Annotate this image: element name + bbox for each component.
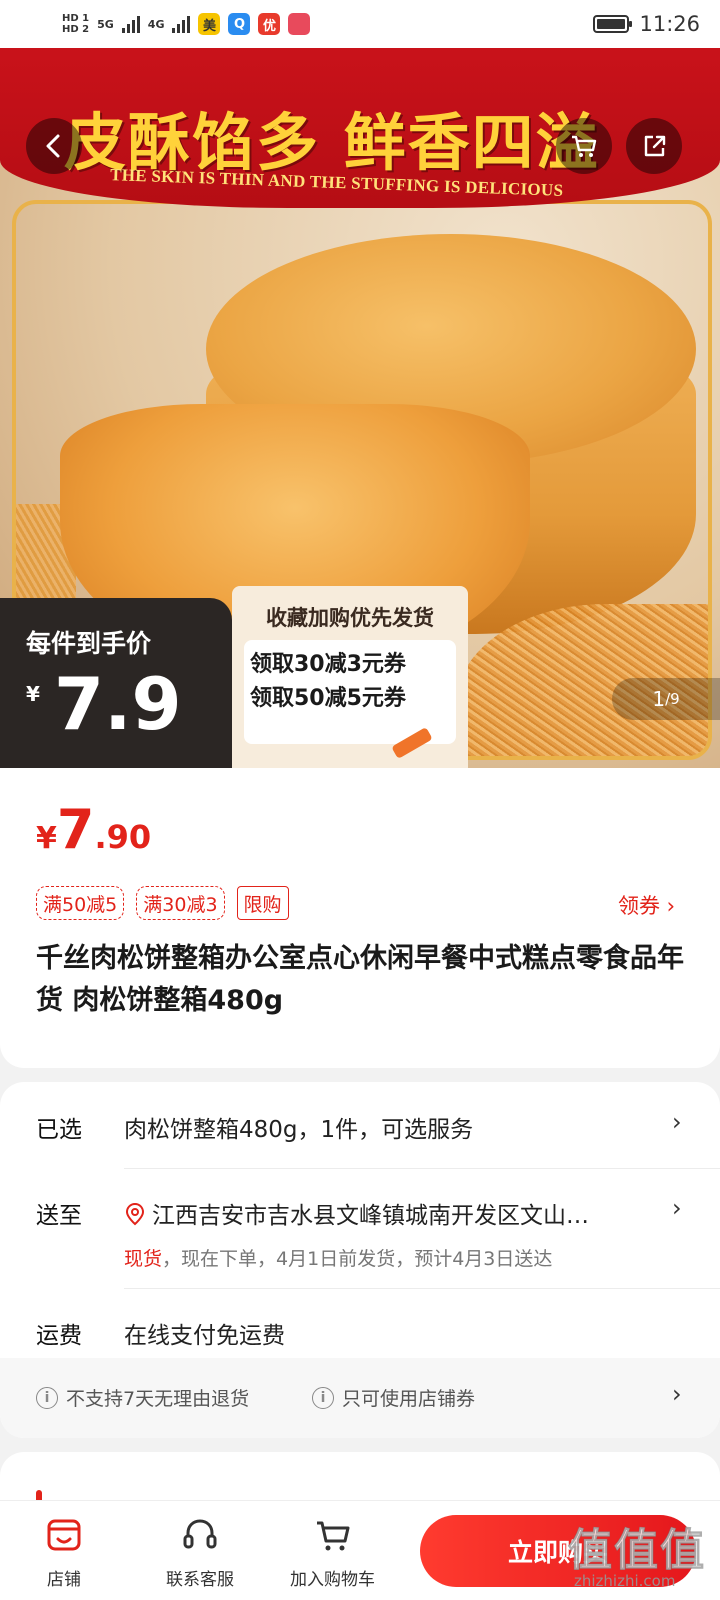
- sim-labels: HD 1 HD 2: [62, 13, 89, 35]
- policy-text: 只可使用店铺券: [342, 1388, 476, 1410]
- status-bar: HD 1 HD 2 5G 4G 美 Q 优 11:26: [0, 0, 720, 48]
- selected-value: 肉松饼整箱480g，1件，可选服务: [124, 1117, 474, 1143]
- chevron-left-icon: [46, 134, 60, 158]
- coupon-promo-line: 领取50减5元券: [250, 686, 406, 711]
- store-label: 店铺: [47, 1570, 81, 1590]
- price-decimal: .90: [94, 818, 152, 856]
- coupon-promo-card: 收藏加购优先发货 领取30减3元券 领取50减5元券: [232, 586, 468, 768]
- clock: 11:26: [639, 12, 700, 36]
- promo-tag[interactable]: 满50减5: [36, 886, 125, 920]
- final-price-value: 7.9: [54, 662, 182, 746]
- ship-to-label: 送至: [36, 1203, 82, 1229]
- promo-banner: 皮酥馅多 鲜香四溢 THE SKIN IS THIN AND THE STUFF…: [0, 48, 720, 208]
- info-icon: i: [36, 1386, 58, 1409]
- shipping-fee-value: 在线支付免运费: [124, 1323, 285, 1349]
- coupon-promo-line: 领取30减3元券: [250, 652, 406, 677]
- divider: [124, 1288, 720, 1289]
- get-coupon-link[interactable]: 领券 ›: [618, 890, 675, 920]
- product-title: 千丝肉松饼整箱办公室点心休闲早餐中式糕点零食品年货 肉松饼整箱480g: [36, 943, 684, 1016]
- sim2-label: HD 2: [62, 24, 90, 35]
- ship-address: 江西吉安市吉水县文峰镇城南开发区文山…: [124, 1196, 644, 1232]
- back-button[interactable]: [26, 118, 82, 174]
- share-icon: [644, 135, 666, 157]
- network-5g-label: 5G: [97, 17, 114, 31]
- battery-icon: [593, 15, 633, 33]
- coupon-app-icon: 优: [258, 13, 281, 35]
- delivery-note: ，现在下单，4月1日前发货，预计4月3日送达: [162, 1248, 553, 1270]
- product-info-card: ¥ 7 .90 满50减5 满30减3 限购 领券 › 千丝肉松饼整箱办公室点心…: [0, 768, 720, 1068]
- chevron-right-icon: ›: [672, 1380, 682, 1408]
- headset-icon: [183, 1519, 217, 1549]
- cart-button[interactable]: [556, 118, 612, 174]
- search-app-icon: Q: [228, 13, 251, 35]
- selected-label: 已选: [36, 1117, 82, 1143]
- chevron-right-icon: ›: [672, 1108, 682, 1136]
- info-icon: i: [312, 1386, 334, 1409]
- price-currency: ¥: [36, 821, 57, 856]
- policy-store-coupon: i 只可使用店铺券: [312, 1384, 475, 1411]
- watermark-logo: 值值值: [568, 1525, 706, 1577]
- divider: [124, 1168, 720, 1169]
- policy-text: 不支持7天无理由退货: [66, 1388, 250, 1410]
- coupon-promo-heading: 收藏加购优先发货: [266, 606, 434, 630]
- product-image-carousel[interactable]: 皮酥馅多 鲜香四溢 THE SKIN IS THIN AND THE STUFF…: [0, 48, 720, 768]
- watermark-url: zhizhizhi.com: [574, 1572, 676, 1590]
- add-to-cart-label: 加入购物车: [290, 1570, 375, 1590]
- customer-service-button[interactable]: 联系客服: [166, 1515, 234, 1590]
- promo-tags: 满50减5 满30减3 限购: [36, 886, 289, 920]
- store-icon: [47, 1519, 81, 1551]
- add-to-cart-button[interactable]: 加入购物车: [290, 1515, 375, 1590]
- meituan-app-icon: 美: [198, 13, 221, 35]
- ship-address-text: 江西吉安市吉水县文峰镇城南开发区文山…: [152, 1203, 589, 1229]
- notification-app-icon: [288, 13, 311, 35]
- pager-total: /9: [665, 690, 680, 708]
- sim1-label: HD 1: [62, 13, 90, 24]
- signal-bars-icon: [121, 15, 140, 33]
- cart-icon: [572, 135, 597, 157]
- policy-no-return: i 不支持7天无理由退货: [36, 1384, 249, 1411]
- share-button[interactable]: [626, 118, 682, 174]
- promo-tag[interactable]: 满30减3: [136, 886, 225, 920]
- status-indicators: HD 1 HD 2 5G 4G 美 Q 优: [62, 13, 311, 35]
- service-policy-row[interactable]: i 不支持7天无理由退货 i 只可使用店铺券 ›: [0, 1358, 720, 1438]
- customer-service-label: 联系客服: [166, 1570, 234, 1590]
- cart-icon: [316, 1521, 349, 1551]
- price-integer: 7: [56, 798, 95, 861]
- chevron-right-icon: ›: [672, 1194, 682, 1222]
- signal-bars-icon-2: [172, 15, 191, 33]
- stock-status: 现货: [124, 1248, 163, 1270]
- network-4g-label: 4G: [147, 17, 165, 31]
- location-pin-icon: [124, 1202, 146, 1232]
- final-price-label: 每件到手价: [26, 629, 152, 658]
- delivery-estimate: 现货，现在下单，4月1日前发货，预计4月3日送达: [124, 1244, 552, 1271]
- product-details-card: 已选 肉松饼整箱480g，1件，可选服务 › 送至 江西吉安市吉水县文峰镇城南开…: [0, 1082, 720, 1438]
- status-right: 11:26: [593, 12, 700, 36]
- store-button[interactable]: 店铺: [44, 1515, 84, 1590]
- image-pager: 1/9: [612, 678, 720, 720]
- final-price-currency: ¥: [26, 682, 40, 706]
- shipping-fee-label: 运费: [36, 1323, 82, 1349]
- final-price-badge: 每件到手价 ¥ 7.9: [0, 598, 232, 768]
- pager-current: 1: [652, 687, 666, 711]
- limit-tag: 限购: [236, 886, 289, 920]
- product-price: ¥ 7 .90: [36, 798, 151, 861]
